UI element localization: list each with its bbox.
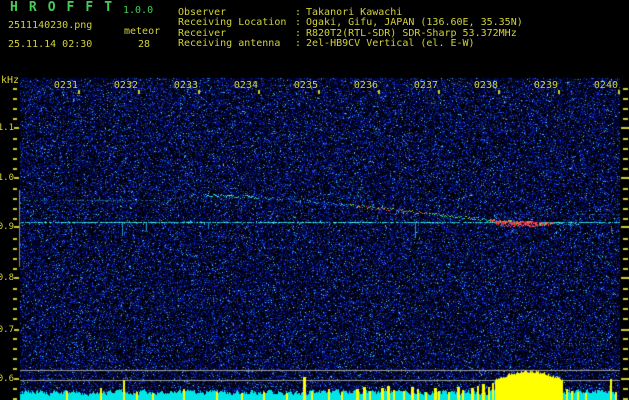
info-label: Receiving antenna	[178, 38, 281, 50]
freq-tick-label: 1.0	[0, 173, 14, 183]
time-tick-label: 0238	[473, 80, 498, 91]
time-tick-label: 0234	[233, 80, 258, 91]
time-tick-label: 0235	[293, 80, 318, 91]
colon-separator: :	[295, 38, 302, 50]
time-tick-label: 0231	[53, 80, 78, 91]
freq-tick-label: 0.6	[0, 374, 14, 384]
spectrogram-canvas	[0, 0, 629, 400]
freq-tick-label: 0.7	[0, 325, 14, 335]
time-tick-label: 0232	[113, 80, 138, 91]
output-filename: 2511140230.png	[8, 20, 93, 31]
time-tick-label: 0236	[353, 80, 378, 91]
app-version: 1.0.0	[123, 5, 154, 16]
observation-datetime: 25.11.14 02:30	[8, 39, 93, 50]
time-tick-label: 0239	[533, 80, 558, 91]
frequency-unit-label: kHz	[1, 75, 20, 86]
time-tick-label: 0233	[173, 80, 198, 91]
freq-tick-label: 0.8	[0, 273, 14, 283]
observation-mode: meteor	[124, 26, 161, 37]
echo-count: 28	[138, 39, 151, 50]
app-title: H R O F F T	[10, 0, 114, 15]
hrofft-output-screen: H R O F F T 1.0.0 2511140230.png meteor …	[0, 0, 629, 400]
station-info: Observer : Takanori Kawachi Receiving Lo…	[178, 7, 523, 50]
freq-tick-label: 1.1	[0, 123, 14, 133]
info-row-antenna: Receiving antenna : 2el-HB9CV Vertical (…	[178, 38, 523, 50]
time-tick-label: 0237	[413, 80, 438, 91]
info-value: 2el-HB9CV Vertical (el. E-W)	[306, 38, 475, 50]
freq-tick-label: 0.9	[0, 222, 14, 232]
time-tick-label: 0240	[593, 80, 618, 91]
